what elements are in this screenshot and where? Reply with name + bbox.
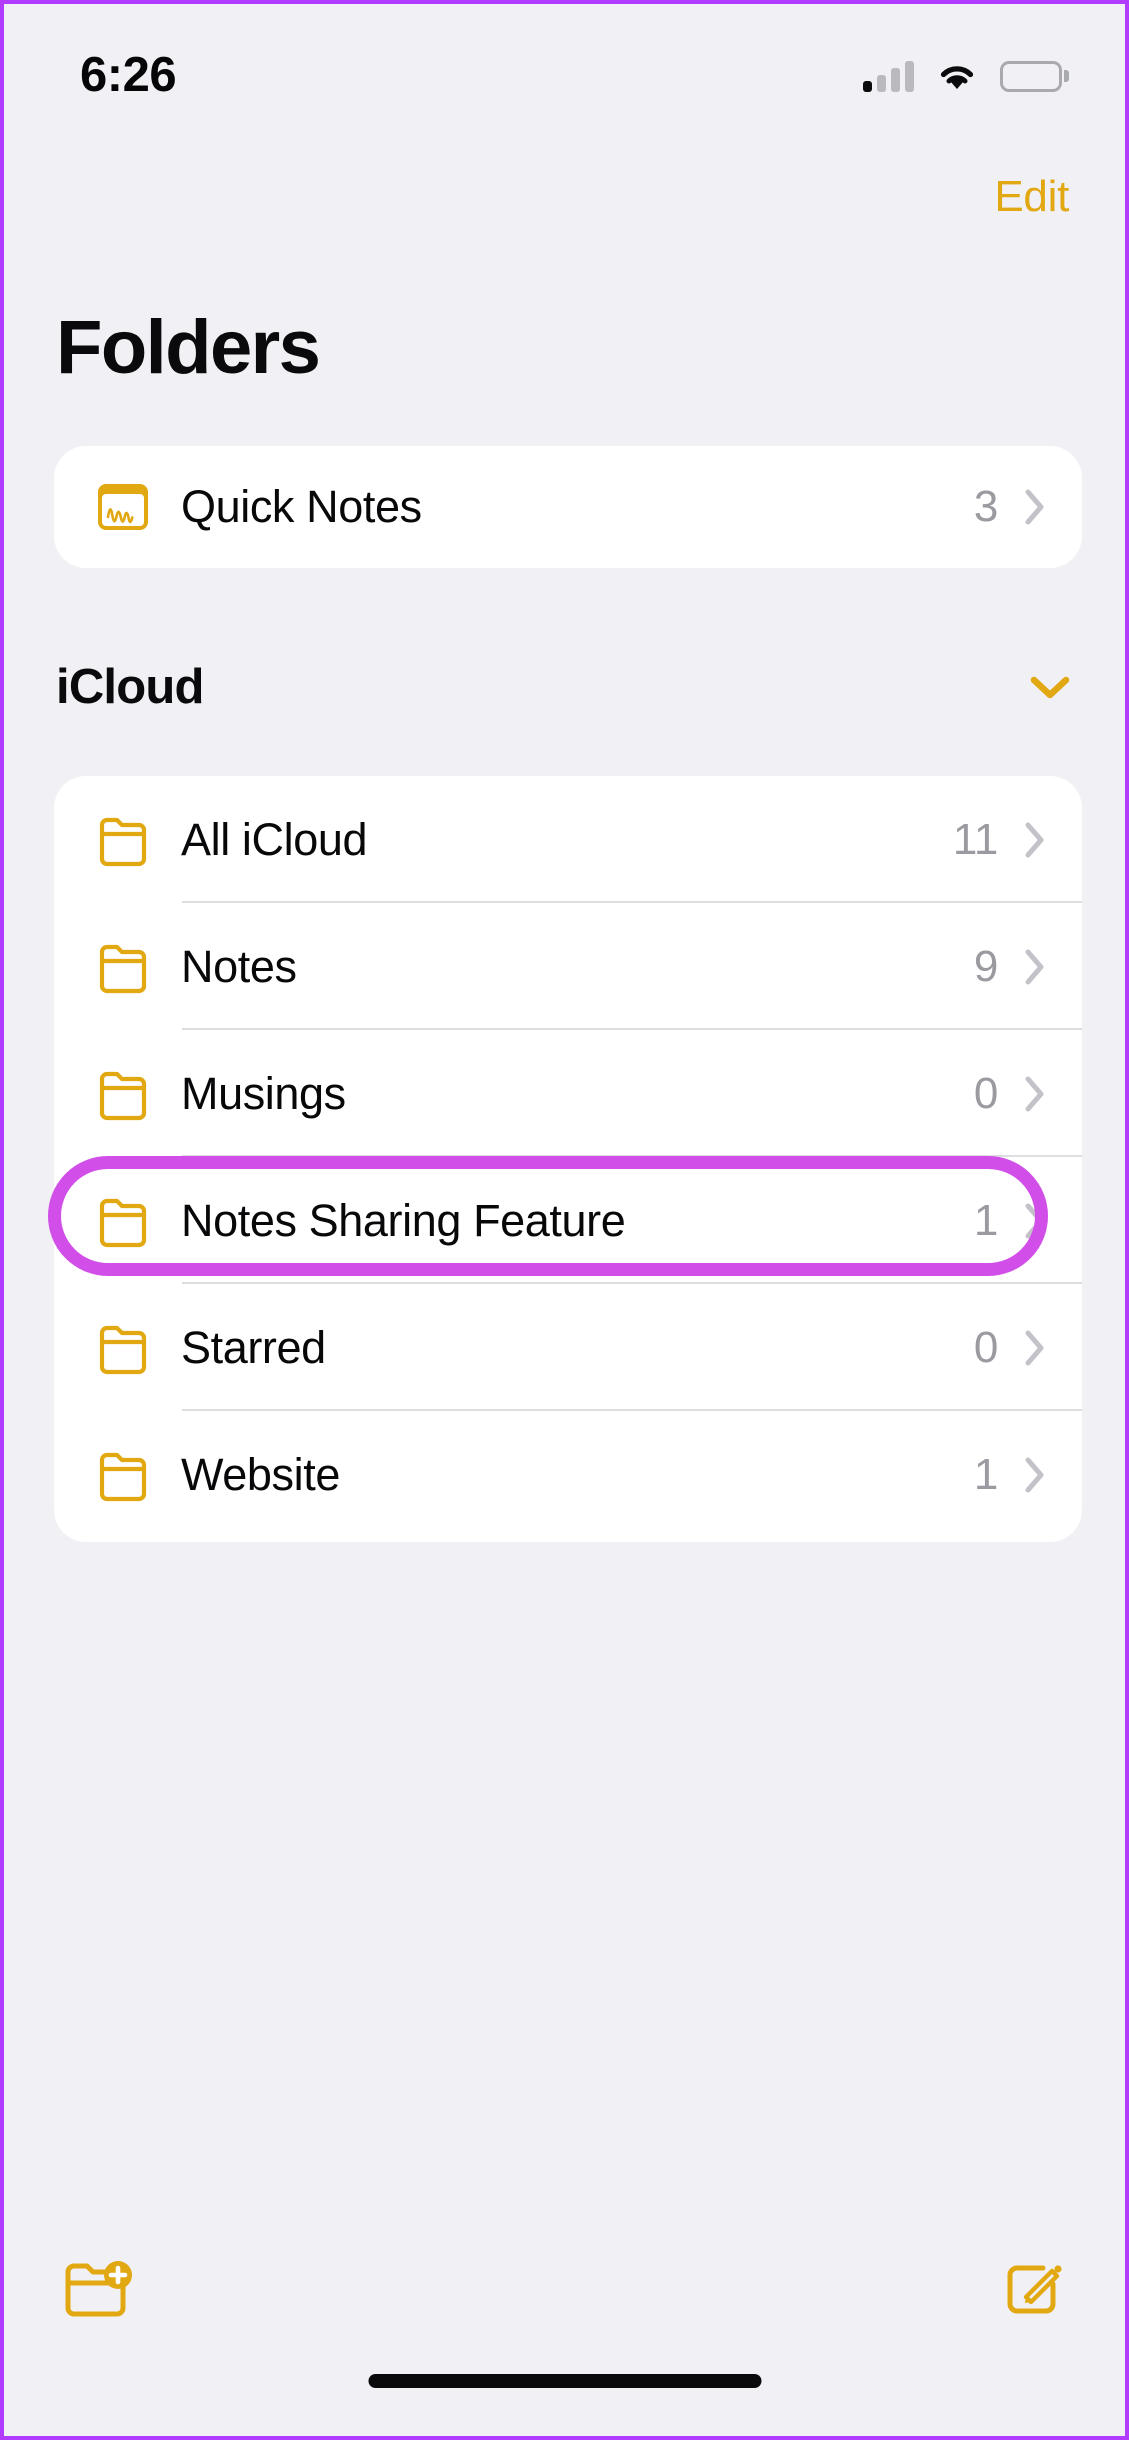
list-item-quick-notes[interactable]: Quick Notes 3 bbox=[54, 446, 1082, 568]
folder-icon bbox=[87, 931, 159, 1003]
list-item-label: Quick Notes bbox=[181, 481, 422, 532]
chevron-right-icon bbox=[1024, 1456, 1046, 1494]
quick-note-scribble-icon bbox=[87, 471, 159, 543]
status-icons bbox=[863, 60, 1069, 92]
chevron-right-icon bbox=[1024, 1075, 1046, 1113]
chevron-right-icon bbox=[1024, 1329, 1046, 1367]
icloud-section-header[interactable]: iCloud bbox=[56, 659, 1073, 715]
phone-screen: 6:26 Edit Folders Quick Notes 3 iCloud A… bbox=[0, 0, 1129, 2440]
compose-note-icon bbox=[1003, 2265, 1067, 2321]
list-item-count: 11 bbox=[952, 814, 998, 864]
compose-note-button[interactable] bbox=[1003, 2258, 1067, 2318]
chevron-right-icon bbox=[1024, 488, 1046, 526]
bottom-toolbar bbox=[4, 2258, 1125, 2318]
folder-icon bbox=[87, 1185, 159, 1257]
list-item-folder[interactable]: Notes Sharing Feature 1 bbox=[54, 1157, 1082, 1284]
list-item-label: All iCloud bbox=[181, 813, 368, 865]
home-indicator bbox=[368, 2374, 761, 2388]
list-item-label: Musings bbox=[181, 1067, 346, 1119]
icloud-folders-card: All iCloud 11 Notes 9 Musings 0 Notes Sharing … bbox=[54, 776, 1082, 1542]
list-item-label: Starred bbox=[181, 1321, 326, 1373]
list-item-folder[interactable]: Musings 0 bbox=[54, 1030, 1082, 1157]
chevron-right-icon bbox=[1024, 1202, 1046, 1240]
icloud-section-title: iCloud bbox=[56, 660, 204, 714]
edit-button[interactable]: Edit bbox=[994, 172, 1069, 222]
chevron-down-icon[interactable] bbox=[1027, 673, 1073, 701]
folder-icon bbox=[87, 1312, 159, 1384]
list-item-label: Website bbox=[181, 1448, 340, 1500]
list-item-count: 0 bbox=[973, 1322, 998, 1372]
list-item-folder[interactable]: All iCloud 11 bbox=[54, 776, 1082, 903]
page-title: Folders bbox=[56, 305, 321, 390]
list-item-count: 0 bbox=[973, 1068, 998, 1118]
list-item-count: 1 bbox=[973, 1449, 998, 1499]
list-item-folder[interactable]: Notes 9 bbox=[54, 903, 1082, 1030]
folder-icon bbox=[87, 804, 159, 876]
new-folder-icon bbox=[62, 2261, 134, 2321]
quick-notes-card: Quick Notes 3 bbox=[54, 446, 1082, 568]
new-folder-button[interactable] bbox=[62, 2258, 134, 2318]
battery-full-icon bbox=[1000, 60, 1069, 92]
status-bar: 6:26 bbox=[4, 4, 1125, 134]
list-item-count: 3 bbox=[973, 482, 998, 531]
list-item-label: Notes bbox=[181, 940, 297, 992]
wifi-icon bbox=[936, 60, 978, 92]
list-item-folder[interactable]: Starred 0 bbox=[54, 1284, 1082, 1411]
cellular-signal-icon bbox=[863, 60, 914, 92]
folder-icon bbox=[87, 1439, 159, 1511]
list-item-label: Notes Sharing Feature bbox=[181, 1194, 626, 1246]
chevron-right-icon bbox=[1024, 821, 1046, 859]
list-item-count: 1 bbox=[973, 1195, 998, 1245]
nav-bar: Edit bbox=[994, 172, 1069, 222]
status-time: 6:26 bbox=[80, 48, 177, 102]
folder-icon bbox=[87, 1058, 159, 1130]
list-item-count: 9 bbox=[973, 941, 998, 991]
list-item-folder[interactable]: Website 1 bbox=[54, 1411, 1082, 1538]
chevron-right-icon bbox=[1024, 948, 1046, 986]
